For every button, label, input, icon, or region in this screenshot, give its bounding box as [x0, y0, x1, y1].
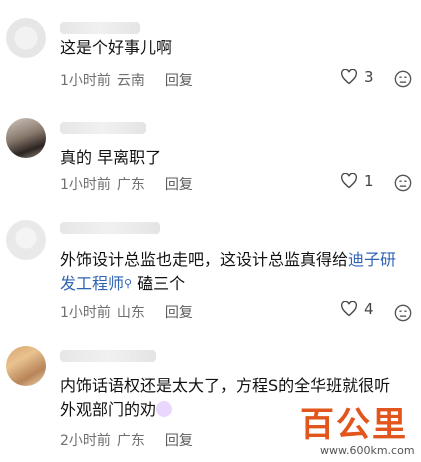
frown-face-icon [394, 70, 412, 88]
username-blurred[interactable] [60, 22, 140, 34]
reply-button[interactable]: 回复 [165, 430, 193, 450]
dislike-button[interactable] [394, 70, 412, 88]
avatar[interactable] [6, 220, 46, 260]
like-button[interactable]: 4 [340, 300, 374, 318]
frown-face-icon [394, 304, 412, 322]
mention-link[interactable]: 发工程师 [60, 274, 124, 293]
comment-location: 广东 [116, 433, 145, 449]
comment-text: 这是个好事儿啊 [60, 38, 173, 57]
heart-icon [340, 173, 358, 189]
comment-time: 1小时前 [60, 177, 111, 193]
search-icon: ⚲ [124, 277, 133, 290]
comment-meta: 1小时前 云南 回复 [60, 70, 193, 90]
comment-time: 2小时前 [60, 433, 111, 449]
comment-location: 山东 [116, 305, 145, 321]
watermark: 百公里 www.600km.com [290, 404, 421, 462]
username-blurred[interactable] [60, 350, 156, 362]
comment-text: 真的 早离职了 [60, 148, 162, 167]
avatar[interactable] [6, 118, 46, 158]
like-button[interactable]: 3 [340, 68, 374, 86]
dislike-button[interactable] [394, 304, 412, 322]
username-blurred[interactable] [60, 222, 160, 234]
comment-time: 1小时前 [60, 305, 111, 321]
comment-location: 广东 [116, 177, 145, 193]
comment-time: 1小时前 [60, 73, 111, 89]
comment-text-line: 内饰话语权还是太大了，方程S的全华班就很听 [60, 376, 391, 395]
like-button[interactable]: 1 [340, 172, 374, 190]
avatar[interactable] [6, 346, 46, 386]
username-blurred[interactable] [60, 122, 146, 134]
crying-emoji-icon [156, 401, 173, 417]
comment-text-line: 外观部门的劝 [60, 400, 157, 419]
heart-icon [340, 301, 358, 317]
avatar[interactable] [6, 18, 46, 58]
watermark-logo: 百公里 [300, 405, 408, 445]
like-count: 4 [364, 300, 374, 318]
mention-link[interactable]: 迪子研 [348, 250, 396, 269]
like-count: 1 [364, 172, 374, 190]
like-count: 3 [364, 68, 374, 86]
heart-icon [340, 69, 358, 85]
dislike-button[interactable] [394, 174, 412, 192]
comment-meta: 1小时前 广东 回复 [60, 174, 193, 194]
frown-face-icon [394, 174, 412, 192]
comment-text-part: 磕三个 [137, 274, 186, 293]
reply-button[interactable]: 回复 [165, 174, 193, 194]
comment-meta: 1小时前 山东 回复 [60, 302, 193, 322]
reply-button[interactable]: 回复 [165, 70, 193, 90]
comment-text: 外饰设计总监也走吧，这设计总监真得给迪子研 发工程师⚲ 磕三个 [60, 248, 405, 296]
comment-meta: 2小时前 广东 回复 [60, 430, 193, 450]
comment-location: 云南 [116, 73, 145, 89]
comment-text-part: 外饰设计总监也走吧，这设计总监真得给 [60, 250, 349, 269]
watermark-url: www.600km.com [320, 444, 415, 457]
reply-button[interactable]: 回复 [165, 302, 193, 322]
